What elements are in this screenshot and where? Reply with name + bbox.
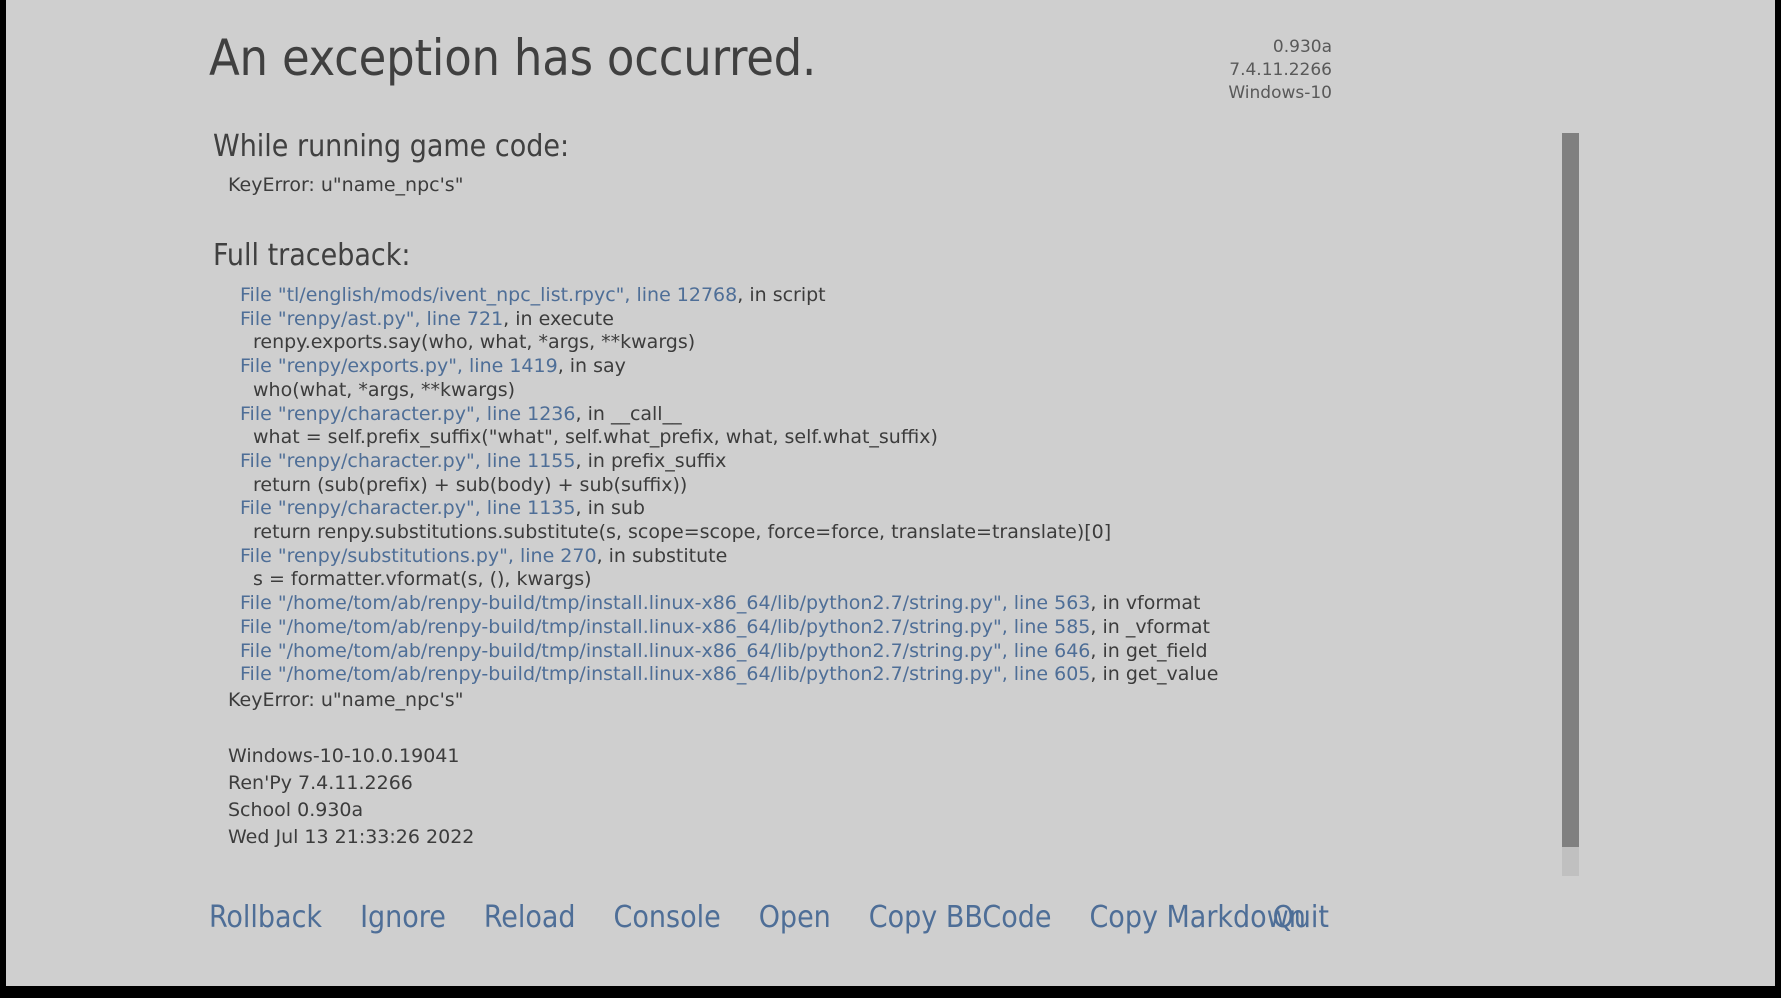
system-info-line: School 0.930a: [228, 798, 364, 821]
system-info-line: Windows-10-10.0.19041: [228, 744, 460, 767]
traceback-file-context: , in get_value: [1090, 663, 1219, 686]
header: An exception has occurred. 0.930a 7.4.11…: [6, 0, 1775, 122]
traceback-file-link[interactable]: File "/home/tom/ab/renpy-build/tmp/insta…: [240, 640, 1090, 662]
traceback-file-line[interactable]: File "/home/tom/ab/renpy-build/tmp/insta…: [240, 592, 1706, 616]
running-code-error: KeyError: u"name_npc's": [228, 174, 464, 196]
traceback-source-line: who(what, *args, **kwargs): [253, 378, 516, 401]
vertical-scrollbar[interactable]: [1562, 133, 1579, 876]
traceback-file-context: , in vformat: [1090, 592, 1201, 615]
traceback-file-line[interactable]: File "/home/tom/ab/renpy-build/tmp/insta…: [240, 640, 1706, 664]
traceback-content: While running game code: KeyError: u"nam…: [6, 126, 1706, 851]
traceback-file-line[interactable]: File "renpy/ast.py", line 721, in execut…: [240, 308, 1706, 332]
system-info-line: Ren'Py 7.4.11.2266: [228, 771, 413, 794]
traceback-file-link[interactable]: File "renpy/substitutions.py", line 270: [240, 545, 597, 567]
traceback-file-line[interactable]: File "tl/english/mods/ivent_npc_list.rpy…: [240, 284, 1706, 308]
traceback-file-context: , in script: [737, 284, 826, 306]
traceback-file-context: , in say: [557, 355, 626, 378]
platform-version: Windows-10: [1228, 83, 1332, 103]
running-code-heading: While running game code:: [213, 129, 570, 164]
exception-page: An exception has occurred. 0.930a 7.4.11…: [6, 0, 1775, 986]
rollback-button[interactable]: Rollback: [209, 898, 344, 938]
traceback-file-line[interactable]: File "renpy/exports.py", line 1419, in s…: [240, 355, 1706, 379]
traceback-file-link[interactable]: File "/home/tom/ab/renpy-build/tmp/insta…: [240, 592, 1090, 614]
traceback-file-link[interactable]: File "renpy/character.py", line 1155: [240, 450, 576, 472]
traceback-file-link[interactable]: File "renpy/exports.py", line 1419: [240, 355, 558, 377]
traceback-final-error: KeyError: u"name_npc's": [228, 688, 464, 711]
system-info-block: Windows-10-10.0.19041 Ren'Py 7.4.11.2266 S…: [228, 743, 1706, 851]
exception-screen: An exception has occurred. 0.930a 7.4.11…: [0, 0, 1781, 998]
page-title: An exception has occurred.: [209, 29, 817, 87]
game-version: 0.930a: [1272, 37, 1332, 57]
scrollbar-thumb[interactable]: [1562, 133, 1579, 847]
traceback-file-link[interactable]: File "tl/english/mods/ivent_npc_list.rpy…: [240, 284, 737, 306]
traceback-file-context: , in _vformat: [1090, 615, 1210, 638]
ignore-button[interactable]: Ignore: [360, 898, 468, 938]
traceback-file-context: , in prefix_suffix: [575, 449, 727, 472]
traceback-source-line: return (sub(prefix) + sub(body) + sub(su…: [253, 473, 688, 496]
traceback-file-context: , in execute: [503, 307, 614, 330]
traceback-file-line[interactable]: File "renpy/substitutions.py", line 270,…: [240, 545, 1706, 569]
copy-bbcode-button[interactable]: Copy BBCode: [869, 898, 1074, 938]
open-button[interactable]: Open: [759, 898, 853, 938]
traceback-source-line: what = self.prefix_suffix("what", self.w…: [253, 426, 938, 449]
traceback-file-link[interactable]: File "renpy/character.py", line 1135: [240, 497, 576, 519]
traceback-file-line[interactable]: File "/home/tom/ab/renpy-build/tmp/insta…: [240, 616, 1706, 640]
traceback-source-line: renpy.exports.say(who, what, *args, **kw…: [253, 331, 696, 354]
traceback-file-context: , in __call__: [575, 402, 682, 425]
footer-button-group: Rollback Ignore Reload Console Open Copy BBCo…: [209, 898, 1328, 938]
reload-button[interactable]: Reload: [484, 898, 598, 938]
full-traceback-heading: Full traceback:: [213, 238, 411, 273]
traceback-file-context: , in sub: [575, 497, 645, 520]
traceback-file-line[interactable]: File "renpy/character.py", line 1236, in…: [240, 403, 1706, 427]
traceback-file-context: , in substitute: [596, 544, 728, 567]
console-button[interactable]: Console: [614, 898, 743, 938]
traceback-file-link[interactable]: File "renpy/character.py", line 1236: [240, 403, 576, 425]
footer-actions: Rollback Ignore Reload Console Open Copy BBCo…: [6, 898, 1775, 960]
traceback-file-context: , in get_field: [1090, 639, 1208, 662]
traceback-file-link[interactable]: File "renpy/ast.py", line 721: [240, 308, 503, 330]
traceback-file-line[interactable]: File "renpy/character.py", line 1155, in…: [240, 450, 1706, 474]
traceback-list: File "tl/english/mods/ivent_npc_list.rpy…: [213, 284, 1706, 687]
quit-button[interactable]: Quit: [1273, 898, 1329, 938]
version-info: 0.930a 7.4.11.2266 Windows-10: [1228, 36, 1332, 105]
traceback-file-link[interactable]: File "/home/tom/ab/renpy-build/tmp/insta…: [240, 663, 1090, 685]
traceback-source-line: s = formatter.vformat(s, (), kwargs): [253, 568, 592, 591]
traceback-file-link[interactable]: File "/home/tom/ab/renpy-build/tmp/insta…: [240, 616, 1090, 638]
system-info-line: Wed Jul 13 21:33:26 2022: [228, 825, 475, 848]
traceback-viewport[interactable]: While running game code: KeyError: u"nam…: [6, 126, 1775, 880]
traceback-source-line: return renpy.substitutions.substitute(s,…: [253, 521, 1112, 544]
traceback-file-line[interactable]: File "/home/tom/ab/renpy-build/tmp/insta…: [240, 663, 1706, 687]
traceback-file-line[interactable]: File "renpy/character.py", line 1135, in…: [240, 497, 1706, 521]
engine-version: 7.4.11.2266: [1229, 60, 1332, 80]
